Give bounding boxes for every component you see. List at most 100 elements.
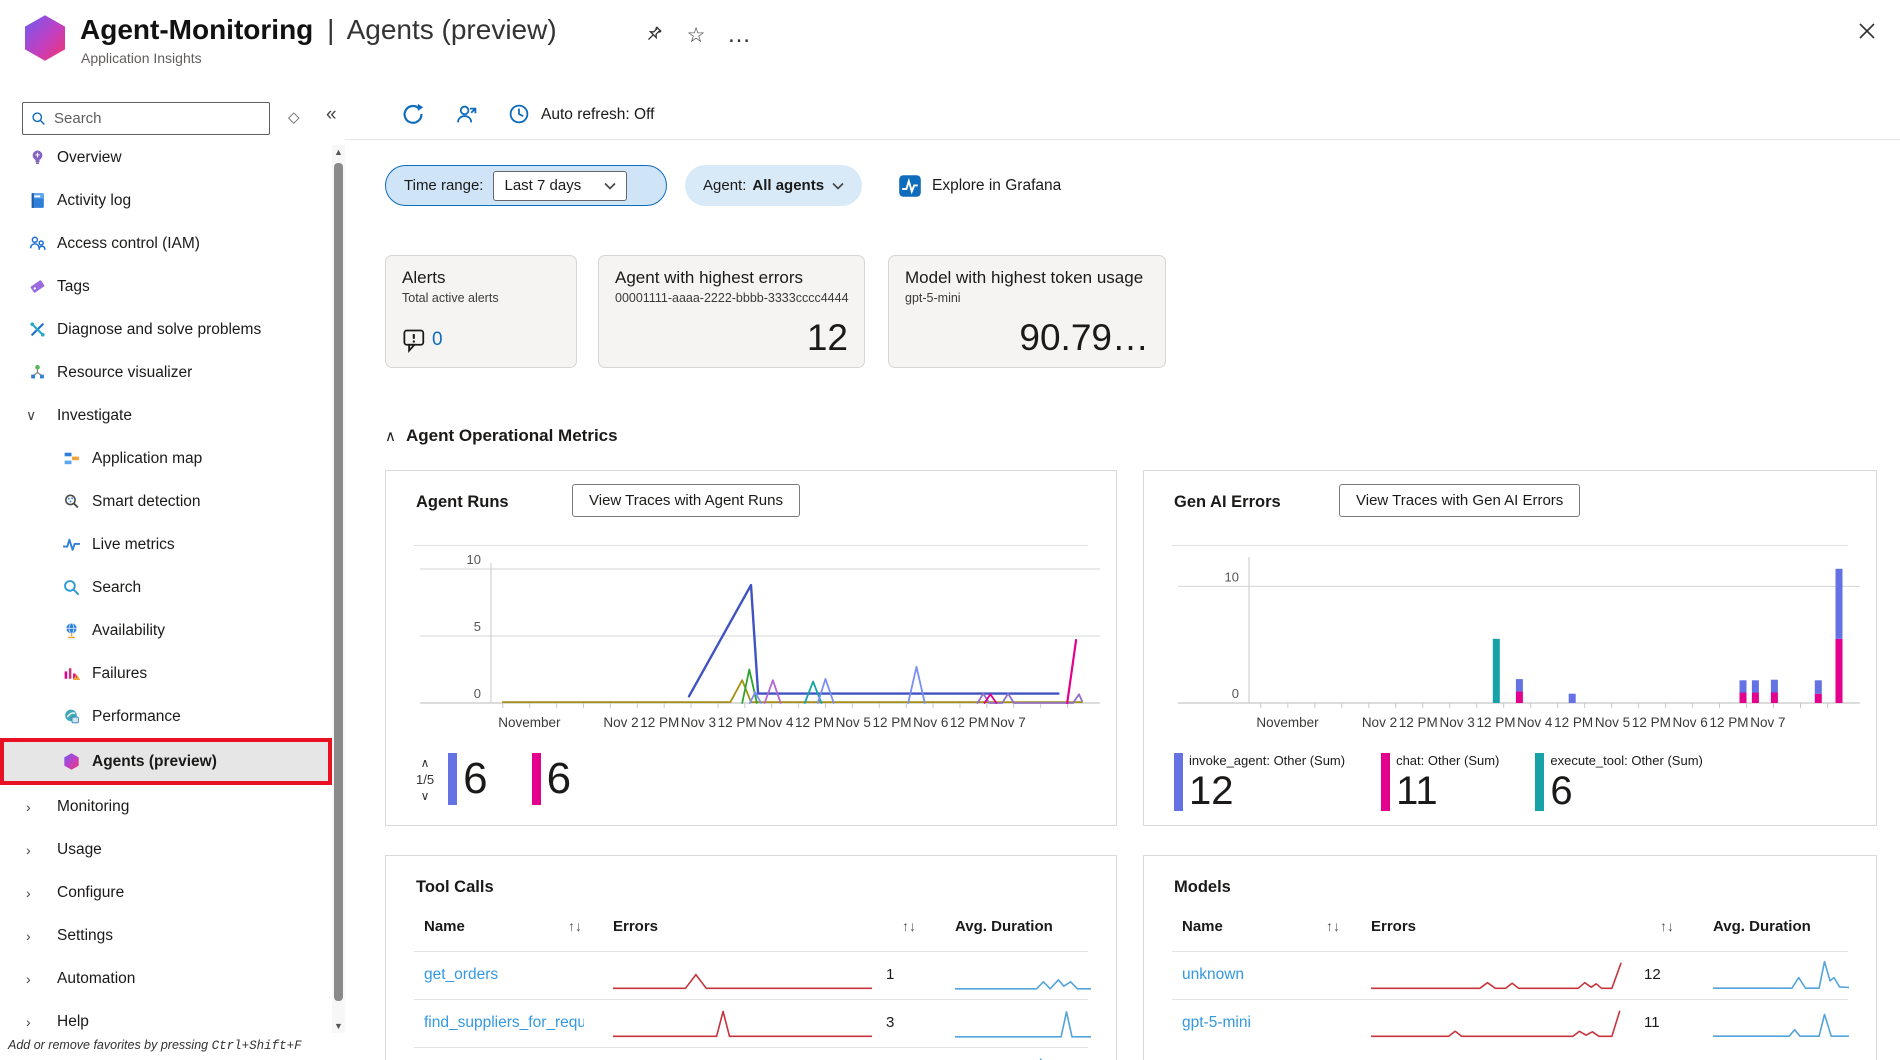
sidebar-item-agents-preview[interactable]: Agents (preview) — [0, 738, 332, 785]
sidebar-item-monitoring[interactable]: › Monitoring — [0, 785, 332, 828]
svg-text:12 PM: 12 PM — [1399, 715, 1438, 730]
scroll-up-icon[interactable]: ▲ — [332, 145, 345, 159]
time-range-label: Time range: — [404, 177, 484, 194]
active-alerts-count[interactable]: 0 — [432, 329, 443, 351]
legend-item-0[interactable]: 6 — [448, 753, 488, 805]
chevron-down-icon — [832, 182, 844, 190]
collapse-section-icon[interactable]: ∧ — [385, 427, 396, 445]
sidebar-item-smart-detection[interactable]: Smart detection — [0, 480, 332, 523]
sidebar-item-failures[interactable]: Failures — [0, 652, 332, 695]
row-name-link[interactable]: unknown — [1182, 966, 1244, 984]
agent-filter[interactable]: Agent: All agents — [685, 165, 863, 206]
favorites-hint: Add or remove favorites by pressing Ctrl… — [8, 1038, 302, 1053]
chevron-right-icon[interactable]: › — [26, 799, 31, 815]
errors-count: 1 — [886, 966, 895, 983]
explore-in-grafana-button[interactable]: Explore in Grafana — [898, 174, 1061, 198]
legend-item-2[interactable]: execute_tool: Other (Sum) 6 — [1535, 753, 1703, 814]
search-icon — [62, 578, 81, 597]
svg-text:Nov 5: Nov 5 — [836, 715, 871, 730]
sidebar-item-diagnose-and-solve-problems[interactable]: Diagnose and solve problems — [0, 308, 332, 351]
tool-calls-panel: Tool Calls Name ↑↓ Errors ↑↓ Avg. Durati… — [385, 855, 1117, 1060]
collapse-sidebar-icon[interactable]: « — [326, 104, 337, 126]
models-row: gpt-5-mini 11 — [1172, 999, 1850, 1047]
sidebar-item-access-control-iam[interactable]: Access control (IAM) — [0, 222, 332, 265]
favorite-star-icon[interactable]: ☆ — [681, 20, 711, 50]
highest-token-usage-value: 90.79… — [1019, 317, 1149, 358]
sort-icon[interactable]: ↑↓ — [1326, 918, 1340, 934]
smart-detection-icon — [62, 492, 81, 511]
sidebar-scrollbar[interactable]: ▲ ▼ — [332, 145, 345, 1033]
svg-text:10: 10 — [467, 553, 481, 567]
sidebar-item-automation[interactable]: › Automation — [0, 957, 332, 1000]
feedback-icon[interactable] — [455, 102, 481, 128]
sidebar-search[interactable] — [22, 102, 270, 135]
view-traces-agent-runs-button[interactable]: View Traces with Agent Runs — [572, 484, 800, 517]
legend-item-1[interactable]: chat: Other (Sum) 11 — [1381, 753, 1499, 814]
sidebar-item-application-map[interactable]: Application map — [0, 437, 332, 480]
sidebar-item-search[interactable]: Search — [0, 566, 332, 609]
failures-icon — [62, 664, 81, 683]
row-name-link[interactable]: get_orders — [424, 966, 498, 984]
chevron-right-icon[interactable]: › — [26, 971, 31, 987]
time-range-filter[interactable]: Time range: Last 7 days — [385, 165, 667, 206]
duration-sparkline — [954, 1010, 1092, 1038]
row-name-link[interactable]: find_suppliers_for_requ — [424, 1014, 584, 1032]
grafana-icon — [899, 175, 921, 197]
highest-errors-value: 12 — [806, 317, 848, 358]
chevron-right-icon[interactable]: › — [26, 885, 31, 901]
legend-swatch — [1381, 753, 1391, 811]
legend-page-up-icon[interactable]: ∧ — [419, 755, 432, 771]
legend-item-1[interactable]: 6 — [531, 753, 572, 805]
sidebar-item-help[interactable]: › Help — [0, 1000, 332, 1043]
legend-page-indicator: 1/5 — [416, 772, 435, 787]
chevron-right-icon[interactable]: › — [26, 1014, 31, 1030]
row-name-link[interactable]: gpt-5-mini — [1182, 1014, 1251, 1032]
sort-icon[interactable]: ↑↓ — [1660, 918, 1674, 934]
legend-swatch — [448, 753, 458, 805]
tool-calls-row: find_suppliers_for_requ 3 — [414, 999, 1092, 1047]
scrollbar-thumb[interactable] — [334, 163, 343, 1001]
legend-value: 6 — [546, 754, 572, 803]
sort-icon[interactable]: ↑↓ — [568, 918, 582, 934]
legend-pager: ∧ 1/5 ∨ — [416, 755, 434, 804]
sidebar-item-overview[interactable]: Overview — [0, 136, 332, 179]
svg-text:12 PM: 12 PM — [795, 715, 834, 730]
page-header: Agent-Monitoring | Agents (preview) Appl… — [0, 0, 1900, 90]
auto-refresh-clock-icon[interactable] — [507, 102, 533, 128]
chevron-right-icon[interactable]: › — [26, 842, 31, 858]
chevron-right-icon[interactable]: › — [26, 928, 31, 944]
blade-name: Agents (preview) — [346, 14, 557, 45]
view-traces-genai-errors-button[interactable]: View Traces with Gen AI Errors — [1339, 484, 1581, 517]
sidebar-item-activity-log[interactable]: Activity log — [0, 179, 332, 222]
time-range-dropdown[interactable]: Last 7 days — [493, 170, 628, 201]
agents-preview-page: Agent-Monitoring | Agents (preview) Appl… — [0, 0, 1900, 1060]
legend-page-down-icon[interactable]: ∨ — [419, 788, 432, 804]
chevron-down-icon[interactable]: ∨ — [26, 407, 36, 424]
sidebar-item-configure[interactable]: › Configure — [0, 871, 332, 914]
svg-text:10: 10 — [1225, 569, 1239, 584]
sidebar-item-settings[interactable]: › Settings — [0, 914, 332, 957]
refresh-icon[interactable] — [401, 102, 427, 128]
svg-text:Nov 3: Nov 3 — [681, 715, 716, 730]
errors-sparkline — [612, 973, 873, 990]
auto-refresh-status[interactable]: Auto refresh: Off — [541, 106, 654, 124]
legend-item-0[interactable]: invoke_agent: Other (Sum) 12 — [1174, 753, 1345, 814]
close-icon[interactable] — [1852, 16, 1882, 46]
sidebar-item-availability[interactable]: Availability — [0, 609, 332, 652]
sidebar-item-tags[interactable]: Tags — [0, 265, 332, 308]
pin-icon[interactable] — [638, 20, 668, 50]
sidebar-item-usage[interactable]: › Usage — [0, 828, 332, 871]
agent-operational-metrics-section[interactable]: ∧ Agent Operational Metrics — [385, 426, 618, 446]
sort-icon[interactable]: ↑↓ — [902, 918, 916, 934]
highest-token-usage-card: Model with highest token usage gpt-5-min… — [888, 255, 1166, 368]
sidebar-search-input[interactable] — [54, 110, 244, 127]
scroll-down-icon[interactable]: ▼ — [332, 1019, 345, 1033]
svg-text:12 PM: 12 PM — [718, 715, 757, 730]
menu-switcher-icon[interactable]: ◇ — [288, 108, 300, 126]
sidebar-item-investigate[interactable]: ∨ Investigate — [0, 394, 332, 437]
sidebar-item-resource-visualizer[interactable]: Resource visualizer — [0, 351, 332, 394]
agent-runs-chart: 0 5 10 November Nov 2 12 PM Nov 3 12 PM Nov 4 12 … — [394, 552, 1108, 754]
sidebar-item-live-metrics[interactable]: Live metrics — [0, 523, 332, 566]
more-options-icon[interactable]: … — [724, 20, 754, 50]
sidebar-item-performance[interactable]: Performance — [0, 695, 332, 738]
